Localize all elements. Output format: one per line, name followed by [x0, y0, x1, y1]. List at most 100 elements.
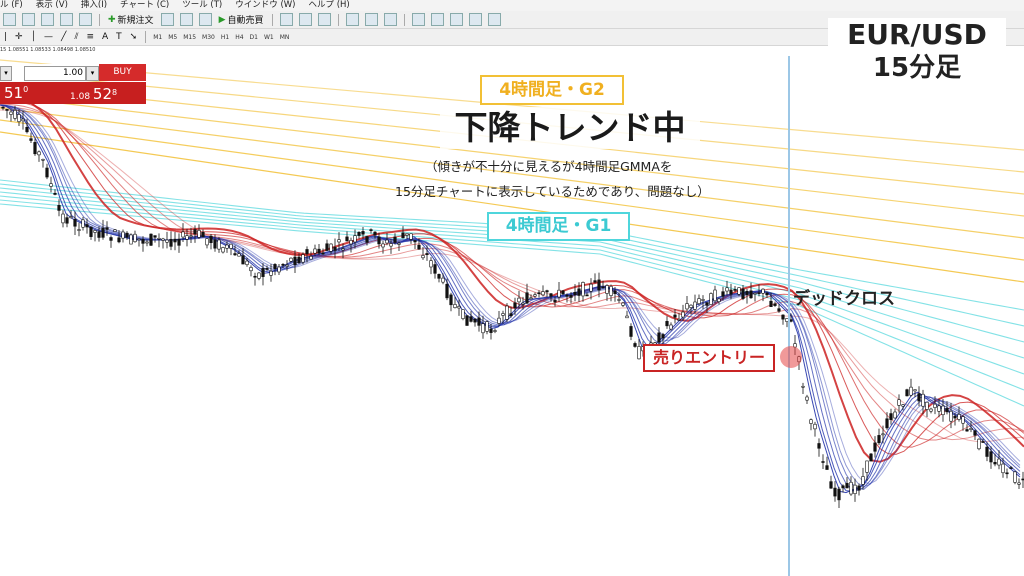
auto-trade-label: 自動売買: [227, 16, 264, 26]
menu-item[interactable]: ヘルプ (H): [309, 0, 350, 11]
candle-body: [745, 290, 749, 296]
candle-body: [789, 319, 793, 322]
candle-body: [989, 451, 993, 463]
candle-body: [429, 260, 433, 268]
candle-body: [625, 315, 629, 319]
timeframe-h1-button[interactable]: H1: [221, 34, 229, 41]
timeframe-h4-button[interactable]: H4: [235, 34, 243, 41]
market-watch-icon[interactable]: [41, 13, 54, 26]
autoscroll-icon[interactable]: [411, 13, 425, 26]
timeframe-w1-button[interactable]: W1: [264, 34, 274, 41]
periods-icon[interactable]: [468, 13, 482, 26]
candle-body: [537, 292, 541, 295]
line-chart-icon[interactable]: [317, 13, 331, 26]
vertical-line-icon[interactable]: │: [29, 31, 38, 44]
candle-body: [349, 240, 353, 245]
candle-body: [73, 218, 77, 227]
candle-body: [9, 111, 13, 115]
indicators-icon[interactable]: [449, 13, 463, 26]
candle-body: [945, 408, 949, 413]
candle-body: [657, 332, 661, 343]
timeframe-mn-button[interactable]: MN: [280, 34, 290, 41]
menu-item[interactable]: チャート (C): [120, 0, 169, 11]
buy-button[interactable]: BUY: [99, 64, 146, 81]
candle-body: [197, 230, 201, 238]
candle-body: [957, 414, 961, 420]
cursor-icon[interactable]: |: [2, 31, 9, 44]
candle-body: [949, 410, 953, 422]
templates-icon[interactable]: [487, 13, 501, 26]
menu-item[interactable]: ウインドウ (W): [235, 0, 295, 11]
menu-item[interactable]: 挿入(I): [81, 0, 107, 11]
new-order-label: 新規注文: [117, 16, 154, 26]
candle-body: [841, 485, 845, 489]
play-icon: ▶: [218, 14, 226, 25]
fibonacci-icon[interactable]: ≡: [84, 31, 96, 44]
lot-dropdown[interactable]: ▾: [86, 66, 99, 81]
candle-body: [549, 293, 553, 297]
candle-body: [309, 256, 313, 260]
chart-shift-icon[interactable]: [430, 13, 444, 26]
new-order-button[interactable]: ✚ 新規注文: [106, 13, 156, 27]
arrows-icon[interactable]: ➘: [128, 31, 140, 44]
candle-body: [97, 231, 101, 238]
profiles-icon[interactable]: [22, 13, 35, 26]
timeframe-m30-button[interactable]: M30: [202, 34, 215, 41]
toolbar-divider: [271, 13, 273, 26]
timeframe-d1-button[interactable]: D1: [250, 34, 258, 41]
currency-pair: EUR/USD: [847, 18, 987, 51]
zoom-in-icon[interactable]: [345, 13, 359, 26]
candle-body: [925, 401, 929, 410]
timeframe-m1-button[interactable]: M1: [153, 34, 162, 41]
candle-body: [497, 317, 501, 324]
navigator-icon[interactable]: [60, 13, 73, 26]
new-chart-icon[interactable]: [3, 13, 16, 26]
crosshair-icon[interactable]: ✛: [13, 31, 25, 44]
candle-body: [781, 314, 785, 320]
channel-icon[interactable]: ⫽: [72, 31, 80, 44]
candle-body: [673, 314, 677, 318]
candle-body: [181, 231, 185, 238]
candle-body: [493, 330, 497, 332]
text-icon[interactable]: A: [100, 31, 110, 44]
menu-item[interactable]: ル (F): [0, 0, 23, 11]
candle-body: [977, 438, 981, 450]
candle-body: [757, 292, 761, 294]
sell-entry-marker: [780, 346, 802, 368]
menu-item[interactable]: ツール (T): [182, 0, 222, 11]
candle-body: [693, 301, 697, 310]
sell-dropdown[interactable]: ▾: [0, 66, 12, 81]
candle-body: [37, 151, 41, 156]
timeframe-m5-button[interactable]: M5: [168, 34, 177, 41]
terminal-icon[interactable]: [79, 13, 92, 26]
meta-editor-icon[interactable]: [160, 13, 174, 26]
candle-body: [861, 476, 865, 485]
candle-body: [593, 280, 597, 283]
plus-icon: ✚: [108, 14, 116, 25]
menu-item[interactable]: 表示 (V): [36, 0, 68, 11]
horizontal-line-icon[interactable]: —: [42, 31, 55, 44]
headline-downtrend: 下降トレンド中: [440, 107, 700, 149]
bar-chart-icon[interactable]: [279, 13, 293, 26]
candle-body: [173, 238, 177, 243]
tile-windows-icon[interactable]: [383, 13, 397, 26]
lot-size-input[interactable]: 1.00: [24, 66, 86, 81]
candle-body: [233, 253, 237, 256]
candle-body: [441, 277, 445, 283]
candle-body: [605, 285, 609, 294]
strategy-tester-icon[interactable]: [179, 13, 193, 26]
auto-trade-button[interactable]: ▶ 自動売買: [217, 13, 266, 27]
label-icon[interactable]: T: [114, 31, 124, 44]
sell-price[interactable]: 510: [4, 84, 28, 102]
zoom-out-icon[interactable]: [364, 13, 378, 26]
options-icon[interactable]: [198, 13, 212, 26]
candle-body: [401, 232, 405, 239]
buy-price[interactable]: 1.08 528: [70, 85, 117, 103]
timeframe-m15-button[interactable]: M15: [183, 34, 196, 41]
candle-body: [709, 293, 713, 305]
candle-body: [265, 268, 269, 270]
candlestick-icon[interactable]: [298, 13, 312, 26]
trendline-icon[interactable]: ╱: [59, 31, 68, 44]
candle-body: [21, 118, 25, 122]
candle-body: [941, 405, 945, 416]
